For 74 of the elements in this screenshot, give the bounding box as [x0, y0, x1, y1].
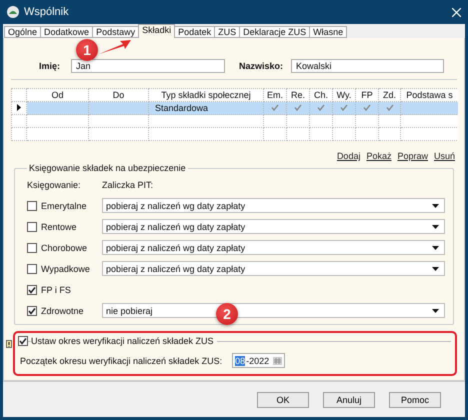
column-header[interactable]: Do [88, 88, 148, 102]
last-name-field[interactable]: Kowalski [291, 58, 444, 72]
checkbox[interactable] [27, 284, 37, 294]
tab[interactable]: Podatek [174, 26, 216, 38]
checkbox[interactable] [27, 200, 37, 210]
warning-icon [6, 340, 12, 348]
column-header[interactable]: Podstawa s [400, 88, 458, 102]
annotation-arrow [98, 39, 132, 55]
group-title: Księgowanie składek na ubezpieczenie [28, 163, 187, 173]
checkbox[interactable] [27, 222, 37, 232]
dropdown-caret-icon [432, 204, 439, 208]
dialog-button[interactable]: OK [257, 392, 309, 408]
column-header[interactable]: FP [356, 88, 378, 102]
first-name-label: Imię: [39, 60, 60, 70]
checkbox[interactable] [27, 264, 37, 274]
column-header[interactable]: Re. [286, 88, 310, 102]
dropdown-caret-icon [432, 224, 439, 228]
column-header[interactable]: Ch. [310, 88, 332, 102]
check-icon [317, 104, 325, 111]
tab[interactable]: Własne [309, 26, 348, 38]
check-icon [28, 286, 36, 294]
dialog-button[interactable]: Anuluj [323, 392, 375, 408]
dropdown[interactable]: pobieraj z naliczeń wg daty zapłaty [102, 198, 445, 213]
column-header[interactable]: Zd. [378, 88, 400, 102]
column-header[interactable]: Od [26, 88, 88, 102]
check-icon [363, 104, 371, 111]
table-cell: Standardowa [148, 102, 264, 114]
checkbox-label: Rentowe [41, 222, 77, 232]
action-link[interactable]: Popraw [397, 151, 428, 161]
checkbox[interactable] [27, 242, 37, 252]
checkbox-label: Wypadkowe [41, 264, 90, 274]
dropdown[interactable]: pobieraj z naliczeń wg daty zapłaty [102, 240, 445, 255]
check-icon [340, 104, 348, 111]
check-icon [294, 104, 302, 111]
app-logo-icon [7, 6, 19, 18]
check-icon [28, 306, 36, 314]
dropdown-caret-icon [432, 308, 439, 312]
check-icon [386, 104, 394, 111]
dropdown-caret-icon [432, 266, 439, 270]
checkbox-label: Chorobowe [41, 242, 88, 252]
row-pointer-icon [17, 104, 21, 111]
tab[interactable]: ZUS [214, 26, 240, 38]
tab[interactable]: Dodatkowe [40, 26, 94, 38]
check-icon [271, 104, 279, 111]
column-header[interactable]: Typ składki społecznej [148, 88, 264, 102]
column-label: Księgowanie: [27, 180, 81, 190]
checkbox-label: FP i FS [41, 284, 71, 294]
dropdown[interactable]: pobieraj z naliczeń wg daty zapłaty [102, 219, 445, 234]
checkbox[interactable] [18, 336, 28, 346]
tab[interactable]: Deklaracje ZUS [239, 26, 310, 38]
dropdown-caret-icon [432, 246, 439, 250]
checkbox-label: Emerytalne [41, 200, 87, 210]
close-icon[interactable] [452, 8, 461, 16]
action-link[interactable]: Dodaj [336, 151, 360, 161]
tab[interactable]: Składki [138, 24, 176, 38]
dropdown[interactable]: pobieraj z naliczeń wg daty zapłaty [102, 261, 445, 276]
checkbox-label: Ustaw okres weryfikacji naliczeń składek ZUS [31, 336, 217, 346]
checkbox[interactable] [27, 306, 37, 316]
date-field[interactable]: 08-2022 [232, 353, 286, 368]
start-period-label: Początek okresu weryfikacji naliczeń składek ZUS: [20, 356, 222, 366]
first-name-field[interactable]: Jan [71, 58, 226, 72]
tab[interactable]: Ogólne [4, 26, 42, 38]
last-name-label: Nazwisko: [239, 60, 284, 70]
action-link[interactable]: Pokaż [366, 151, 392, 161]
column-header[interactable]: Em. [264, 88, 286, 102]
action-link[interactable]: Usuń [434, 151, 455, 161]
column-label: Zaliczka PIT: [102, 180, 154, 190]
checkbox-label: Zdrowotne [41, 306, 84, 316]
check-icon [19, 337, 27, 345]
column-header[interactable]: Wy. [332, 88, 356, 102]
tab[interactable]: Podstawy [92, 26, 140, 38]
dialog-button[interactable]: Pomoc [389, 392, 441, 408]
calendar-icon[interactable] [273, 356, 282, 364]
window-title: Wspólnik [24, 6, 69, 18]
